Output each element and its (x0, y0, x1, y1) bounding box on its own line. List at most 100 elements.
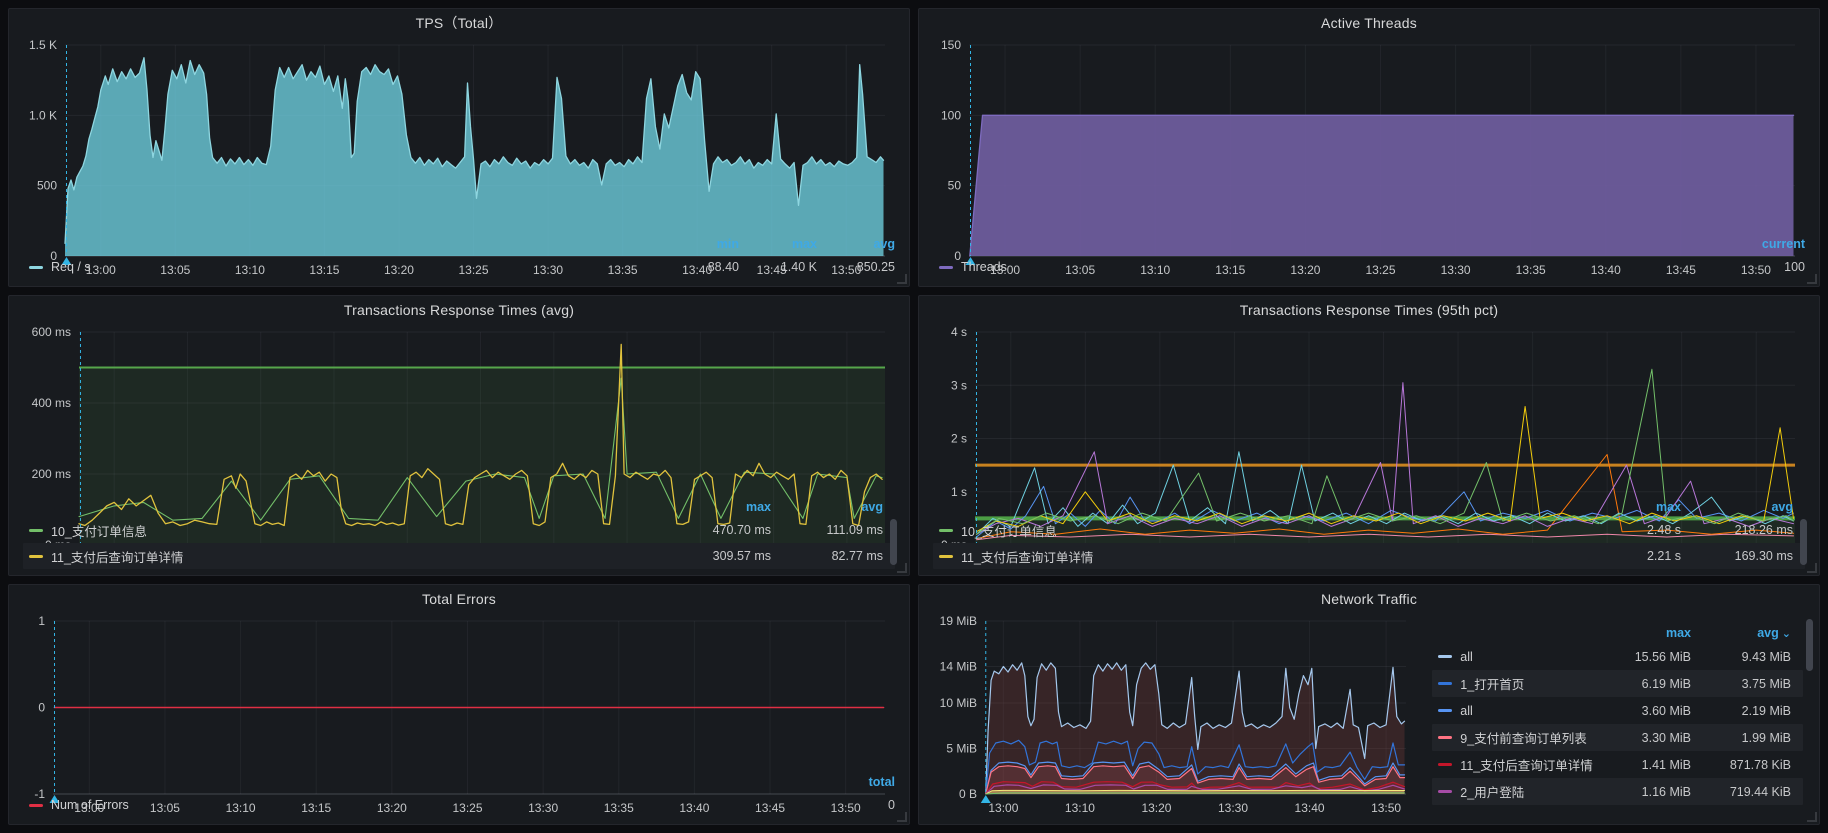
panel-resize-handle[interactable] (1807, 563, 1817, 573)
svg-text:400 ms: 400 ms (32, 396, 71, 410)
legend-stat-value: 1.99 MiB (1691, 731, 1791, 745)
legend-row: 9_支付前查询订单列表3.30 MiB1.99 MiB (1432, 724, 1803, 751)
svg-text:2 s: 2 s (951, 432, 967, 446)
panel-title[interactable]: Total Errors (422, 591, 496, 607)
legend-column-header-current[interactable]: current (1723, 237, 1805, 251)
legend-series-label[interactable]: all (1460, 650, 1599, 664)
svg-text:10 MiB: 10 MiB (940, 696, 977, 710)
response-times-95th-chart[interactable]: 13:0013:0513:1013:1513:2013:2513:3013:35… (927, 324, 1809, 497)
legend-stat-value: 470.70 ms (659, 523, 771, 537)
legend-column-header-avg[interactable]: avg (1681, 500, 1793, 514)
legend-series-label[interactable]: 10_支付订单信息 (51, 521, 659, 540)
response-times-95th-legend: maxavg 10_支付订单信息2.48 s218.26 ms 11_支付后查询订单… (927, 497, 1809, 571)
svg-text:100: 100 (941, 108, 961, 122)
panel-title[interactable]: Transactions Response Times (avg) (344, 302, 574, 318)
legend-stat-value: 871.78 KiB (1691, 758, 1791, 772)
legend-series-label[interactable]: 11_支付后查询订单详情 (1460, 755, 1599, 774)
svg-text:14 MiB: 14 MiB (940, 660, 977, 674)
legend-row: Num of Errors0 (23, 792, 895, 818)
legend-series-label[interactable]: 10_支付订单信息 (961, 521, 1569, 540)
legend-column-header-max[interactable]: max (659, 500, 771, 514)
legend-stat-value: 3.75 MiB (1691, 677, 1791, 691)
tps-legend: minmaxavgReq / s88.401.40 K850.25 (17, 234, 899, 282)
legend-column-header-avg[interactable]: avg (817, 237, 895, 251)
panel-resize-handle[interactable] (897, 812, 907, 822)
legend-column-header-avg[interactable]: avg⌄ (1691, 626, 1791, 640)
svg-text:500: 500 (37, 179, 57, 193)
panel-response-times-95th: Transactions Response Times (95th pct) 1… (918, 295, 1820, 576)
panel-resize-handle[interactable] (1807, 812, 1817, 822)
legend-series-label[interactable]: all (1460, 704, 1599, 718)
legend-scrollbar[interactable] (1800, 519, 1807, 565)
legend-series-label[interactable]: 2_用户登陆 (1460, 782, 1599, 801)
annotation-marker-icon[interactable] (981, 795, 991, 803)
panel-header[interactable]: Transactions Response Times (95th pct) (919, 296, 1819, 324)
legend-header-row: total (23, 772, 895, 792)
legend-series-label[interactable]: Req / s (51, 260, 661, 274)
panel-header[interactable]: Active Threads (919, 9, 1819, 37)
legend-stat-value: 88.40 (661, 260, 739, 274)
svg-text:0 B: 0 B (959, 787, 977, 801)
panel-resize-handle[interactable] (1807, 274, 1817, 284)
series-color-dash (29, 529, 43, 532)
network-traffic-chart[interactable]: 13:0013:1013:2013:3013:4013:500 B5 MiB10… (927, 613, 1414, 820)
sort-caret-icon: ⌄ (1782, 628, 1791, 640)
panel-title[interactable]: Network Traffic (1321, 591, 1417, 607)
legend-stat-value: 1.41 MiB (1599, 758, 1691, 772)
legend-series-label[interactable]: 11_支付后查询订单详情 (961, 547, 1569, 566)
svg-text:13:30: 13:30 (1218, 801, 1248, 815)
panel-header[interactable]: TPS（Total） (9, 9, 909, 37)
total-errors-chart[interactable]: 13:0013:0513:1013:1513:2013:2513:3013:35… (17, 613, 899, 772)
series-color-dash (29, 266, 43, 269)
legend-stat-value: 82.77 ms (771, 549, 883, 563)
legend-row: 11_支付后查询订单详情2.21 s169.30 ms (933, 543, 1805, 569)
legend-series-label[interactable]: Threads (961, 260, 1723, 274)
legend-stat-value: 169.30 ms (1681, 549, 1793, 563)
legend-series-label[interactable]: 1_打开首页 (1460, 674, 1599, 693)
legend-stat-value: 719.44 KiB (1691, 785, 1791, 799)
panel-resize-handle[interactable] (897, 274, 907, 284)
legend-stat-value: 850.25 (817, 260, 895, 274)
legend-series-label[interactable]: Num of Errors (51, 798, 813, 812)
total-errors-legend: total Num of Errors0 (17, 772, 899, 820)
panel-header[interactable]: Network Traffic (919, 585, 1819, 613)
panel-active-threads: Active Threads 13:0013:0513:1013:1513:20… (918, 8, 1820, 287)
panel-header[interactable]: Transactions Response Times (avg) (9, 296, 909, 324)
legend-column-header-min[interactable]: min (661, 237, 739, 251)
legend-stat-value: 2.48 s (1569, 523, 1681, 537)
series-color-dash (29, 804, 43, 807)
legend-row: 1_打开首页6.19 MiB3.75 MiB (1432, 670, 1803, 697)
panel-header[interactable]: Total Errors (9, 585, 909, 613)
svg-text:150: 150 (941, 38, 961, 52)
series-color-dash (1438, 709, 1452, 712)
legend-stat-value: 15.56 MiB (1599, 650, 1691, 664)
panel-resize-handle[interactable] (897, 563, 907, 573)
legend-column-header-avg[interactable]: avg (771, 500, 883, 514)
svg-text:50: 50 (948, 179, 962, 193)
legend-header-row: maxavg (23, 497, 895, 517)
legend-column-header-total[interactable]: total (813, 775, 895, 789)
svg-text:1: 1 (38, 614, 45, 628)
svg-text:13:40: 13:40 (1295, 801, 1325, 815)
response-times-avg-chart[interactable]: 13:0013:0513:1013:1513:2013:2513:3013:35… (17, 324, 899, 497)
legend-column-header-max[interactable]: max (1569, 500, 1681, 514)
series-color-dash (29, 555, 43, 558)
legend-series-label[interactable]: 11_支付后查询订单详情 (51, 547, 659, 566)
active-threads-legend: currentThreads100 (927, 234, 1809, 282)
active-threads-chart[interactable]: 13:0013:0513:1013:1513:2013:2513:3013:35… (927, 37, 1809, 234)
panel-title[interactable]: Active Threads (1321, 15, 1417, 31)
panel-title[interactable]: Transactions Response Times (95th pct) (1240, 302, 1498, 318)
legend-scrollbar[interactable] (1806, 619, 1813, 671)
legend-row: 11_支付后查询订单详情309.57 ms82.77 ms (23, 543, 895, 569)
legend-scrollbar[interactable] (890, 519, 897, 565)
legend-column-header-max[interactable]: max (739, 237, 817, 251)
legend-row: 10_支付订单信息470.70 ms111.09 ms (23, 517, 895, 543)
panel-tps-total: TPS（Total） 13:0013:0513:1013:1513:2013:2… (8, 8, 910, 287)
series-color-dash (1438, 736, 1452, 739)
legend-series-label[interactable]: 9_支付前查询订单列表 (1460, 728, 1599, 747)
legend-column-header-max[interactable]: max (1599, 626, 1691, 640)
legend-stat-value: 218.26 ms (1681, 523, 1793, 537)
tps-chart[interactable]: 13:0013:0513:1013:1513:2013:2513:3013:35… (17, 37, 899, 234)
legend-row: all3.60 MiB2.19 MiB (1432, 697, 1803, 724)
panel-title[interactable]: TPS（Total） (416, 13, 503, 33)
